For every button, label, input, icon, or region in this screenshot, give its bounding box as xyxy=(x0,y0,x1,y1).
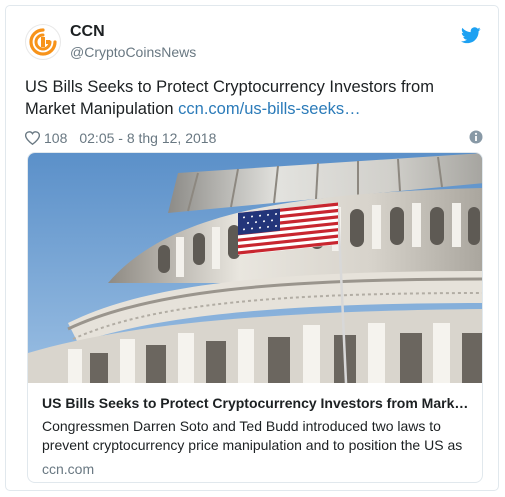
tweet-header: CCN @CryptoCoinsNews xyxy=(25,22,196,61)
like-button[interactable]: 108 xyxy=(25,130,67,146)
account-handle[interactable]: @CryptoCoinsNews xyxy=(70,43,196,61)
tweet-meta: 108 02:05 - 8 thg 12, 2018 xyxy=(25,129,483,147)
card-title[interactable]: US Bills Seeks to Protect Cryptocurrency… xyxy=(42,394,470,413)
card-body[interactable]: US Bills Seeks to Protect Cryptocurrency… xyxy=(28,383,482,478)
link-card[interactable]: US Bills Seeks to Protect Cryptocurrency… xyxy=(27,152,483,483)
card-domain[interactable]: ccn.com xyxy=(42,460,470,478)
tweet-text: US Bills Seeks to Protect Cryptocurrency… xyxy=(25,76,485,120)
like-count[interactable]: 108 xyxy=(44,130,67,146)
info-icon[interactable] xyxy=(469,130,483,147)
card-image[interactable] xyxy=(28,153,482,384)
account-names[interactable]: CCN @CryptoCoinsNews xyxy=(70,22,196,61)
twitter-bird-icon[interactable] xyxy=(461,27,481,49)
embedded-tweet: CCN @CryptoCoinsNews US Bills Seeks to P… xyxy=(5,5,499,491)
heart-icon xyxy=(25,131,40,145)
tweet-timestamp[interactable]: 02:05 - 8 thg 12, 2018 xyxy=(79,130,216,146)
card-description[interactable]: Congressmen Darren Soto and Ted Budd int… xyxy=(42,417,470,455)
tweet-link[interactable]: ccn.com/us-bills-seeks… xyxy=(178,100,360,118)
avatar[interactable] xyxy=(25,23,61,60)
display-name[interactable]: CCN xyxy=(70,22,196,42)
ccn-logo-icon xyxy=(29,27,57,56)
capitol-dome-image xyxy=(28,153,482,384)
